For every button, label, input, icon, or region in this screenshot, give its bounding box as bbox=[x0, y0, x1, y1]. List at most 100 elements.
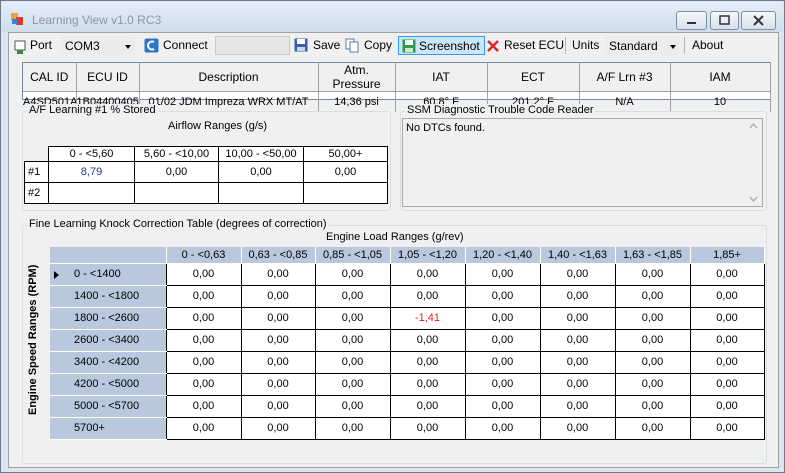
af-col-header[interactable]: 0 - <5,60 bbox=[48, 146, 135, 162]
knock-cell[interactable]: 0,00 bbox=[614, 328, 691, 352]
knock-cell[interactable]: 0,00 bbox=[314, 350, 391, 374]
info-atm-pressure[interactable]: 14,36 psi bbox=[318, 91, 396, 112]
knock-cell[interactable]: 0,00 bbox=[314, 416, 391, 440]
af-cell[interactable] bbox=[303, 182, 388, 204]
knock-cell[interactable]: 0,00 bbox=[389, 372, 466, 396]
knock-cell[interactable]: 0,00 bbox=[240, 372, 316, 396]
info-iam[interactable]: 10 bbox=[670, 91, 771, 112]
knock-cell[interactable]: 0,00 bbox=[240, 350, 316, 374]
af-cell[interactable] bbox=[134, 182, 219, 204]
screenshot-button[interactable]: Screenshot bbox=[398, 36, 485, 55]
knock-cell[interactable]: 0,00 bbox=[240, 394, 316, 418]
scroll-down-icon[interactable] bbox=[749, 196, 758, 202]
knock-col-header[interactable]: 0,63 - <0,85 bbox=[241, 247, 316, 264]
info-description[interactable]: 01/02 JDM Impreza WRX MT/AT bbox=[139, 91, 319, 112]
knock-cell[interactable]: 0,00 bbox=[165, 394, 242, 418]
knock-cell[interactable]: 0,00 bbox=[689, 306, 765, 330]
knock-cell[interactable]: 0,00 bbox=[165, 284, 242, 308]
reset-ecu-button[interactable]: Reset ECU bbox=[486, 36, 564, 55]
af-cell[interactable]: 0,00 bbox=[134, 161, 219, 183]
info-header[interactable]: CAL ID bbox=[23, 63, 77, 92]
info-header[interactable]: IAT bbox=[395, 63, 488, 92]
af-cell[interactable]: 0,00 bbox=[218, 161, 304, 183]
knock-cell[interactable]: 0,00 bbox=[614, 284, 691, 308]
knock-cell[interactable]: 0,00 bbox=[689, 372, 765, 396]
knock-cell[interactable]: 0,00 bbox=[464, 306, 541, 330]
knock-cell[interactable]: 0,00 bbox=[389, 394, 466, 418]
info-header[interactable]: ECT bbox=[487, 63, 580, 92]
info-header[interactable]: Description bbox=[139, 63, 319, 92]
knock-cell[interactable]: 0,00 bbox=[165, 350, 242, 374]
dtc-textbox[interactable]: No DTCs found. bbox=[402, 118, 763, 207]
knock-cell[interactable]: 0,00 bbox=[240, 416, 316, 440]
knock-row-header[interactable]: 3400 - <4200 bbox=[50, 351, 166, 374]
knock-row-header[interactable]: 1400 - <1800 bbox=[50, 285, 166, 308]
knock-cell[interactable]: 0,00 bbox=[314, 372, 391, 396]
af-row-header[interactable]: #1 bbox=[24, 161, 49, 183]
knock-row-header[interactable]: 5700+ bbox=[50, 417, 166, 440]
knock-col-header[interactable]: 0,85 - <1,05 bbox=[315, 247, 391, 264]
knock-cell[interactable]: 0,00 bbox=[240, 262, 316, 286]
knock-row-header[interactable]: 1800 - <2600 bbox=[50, 307, 166, 330]
port-select[interactable]: COM3 bbox=[61, 36, 135, 55]
knock-cell[interactable]: 0,00 bbox=[539, 328, 616, 352]
info-header[interactable]: A/F Lrn #3 bbox=[579, 63, 671, 92]
knock-cell[interactable]: 0,00 bbox=[464, 394, 541, 418]
knock-row-header[interactable]: 5000 - <5700 bbox=[50, 395, 166, 418]
knock-cell[interactable]: 0,00 bbox=[389, 328, 466, 352]
af-col-header[interactable]: 50,00+ bbox=[303, 146, 388, 162]
knock-cell[interactable]: 0,00 bbox=[389, 416, 466, 440]
info-header[interactable]: IAM bbox=[670, 63, 771, 92]
knock-cell[interactable]: 0,00 bbox=[614, 306, 691, 330]
knock-cell[interactable]: 0,00 bbox=[464, 372, 541, 396]
close-button[interactable] bbox=[741, 11, 776, 30]
knock-cell[interactable]: 0,00 bbox=[165, 416, 242, 440]
af-col-header[interactable]: 5,60 - <10,00 bbox=[134, 146, 219, 162]
knock-cell[interactable]: 0,00 bbox=[464, 262, 541, 286]
knock-cell[interactable]: 0,00 bbox=[165, 262, 242, 286]
knock-row-header[interactable]: 0 - <1400 bbox=[50, 263, 166, 286]
knock-cell[interactable]: 0,00 bbox=[165, 328, 242, 352]
af-col-header[interactable]: 10,00 - <50,00 bbox=[218, 146, 304, 162]
af-cell[interactable]: 8,79 bbox=[48, 161, 135, 183]
info-header[interactable]: Atm. Pressure bbox=[318, 63, 396, 92]
knock-cell[interactable]: 0,00 bbox=[539, 394, 616, 418]
scroll-up-icon[interactable] bbox=[749, 123, 758, 129]
knock-cell[interactable]: 0,00 bbox=[314, 306, 391, 330]
knock-cell[interactable]: 0,00 bbox=[240, 284, 316, 308]
knock-cell[interactable]: 0,00 bbox=[314, 262, 391, 286]
knock-cell[interactable]: 0,00 bbox=[539, 350, 616, 374]
knock-cell[interactable]: 0,00 bbox=[689, 350, 765, 374]
knock-cell[interactable]: 0,00 bbox=[314, 284, 391, 308]
knock-cell[interactable]: 0,00 bbox=[614, 262, 691, 286]
knock-cell[interactable]: 0,00 bbox=[165, 372, 242, 396]
knock-cell[interactable]: 0,00 bbox=[614, 350, 691, 374]
copy-button[interactable]: Copy bbox=[345, 36, 395, 55]
minimize-button[interactable] bbox=[676, 11, 707, 30]
connect-button[interactable]: Connect bbox=[144, 36, 214, 55]
knock-row-header[interactable]: 2600 - <3400 bbox=[50, 329, 166, 352]
knock-cell[interactable]: 0,00 bbox=[389, 262, 466, 286]
knock-col-header[interactable]: 1,40 - <1,63 bbox=[540, 247, 616, 264]
knock-cell[interactable]: 0,00 bbox=[389, 284, 466, 308]
knock-cell[interactable]: 0,00 bbox=[539, 284, 616, 308]
knock-col-header[interactable]: 1,63 - <1,85 bbox=[615, 247, 691, 264]
knock-cell[interactable]: 0,00 bbox=[314, 328, 391, 352]
knock-cell[interactable]: 0,00 bbox=[689, 328, 765, 352]
knock-cell[interactable]: -1,41 bbox=[389, 306, 466, 330]
knock-col-header[interactable]: 1,05 - <1,20 bbox=[390, 247, 466, 264]
maximize-button[interactable] bbox=[710, 11, 739, 30]
knock-cell[interactable]: 0,00 bbox=[464, 328, 541, 352]
knock-cell[interactable]: 0,00 bbox=[539, 372, 616, 396]
knock-cell[interactable]: 0,00 bbox=[614, 416, 691, 440]
knock-cell[interactable]: 0,00 bbox=[464, 416, 541, 440]
knock-cell[interactable]: 0,00 bbox=[165, 306, 242, 330]
knock-cell[interactable]: 0,00 bbox=[240, 306, 316, 330]
knock-cell[interactable]: 0,00 bbox=[539, 262, 616, 286]
af-cell[interactable] bbox=[48, 182, 135, 204]
knock-cell[interactable]: 0,00 bbox=[539, 306, 616, 330]
knock-cell[interactable]: 0,00 bbox=[689, 416, 765, 440]
knock-cell[interactable]: 0,00 bbox=[464, 284, 541, 308]
knock-cell[interactable]: 0,00 bbox=[539, 416, 616, 440]
knock-cell[interactable]: 0,00 bbox=[240, 328, 316, 352]
